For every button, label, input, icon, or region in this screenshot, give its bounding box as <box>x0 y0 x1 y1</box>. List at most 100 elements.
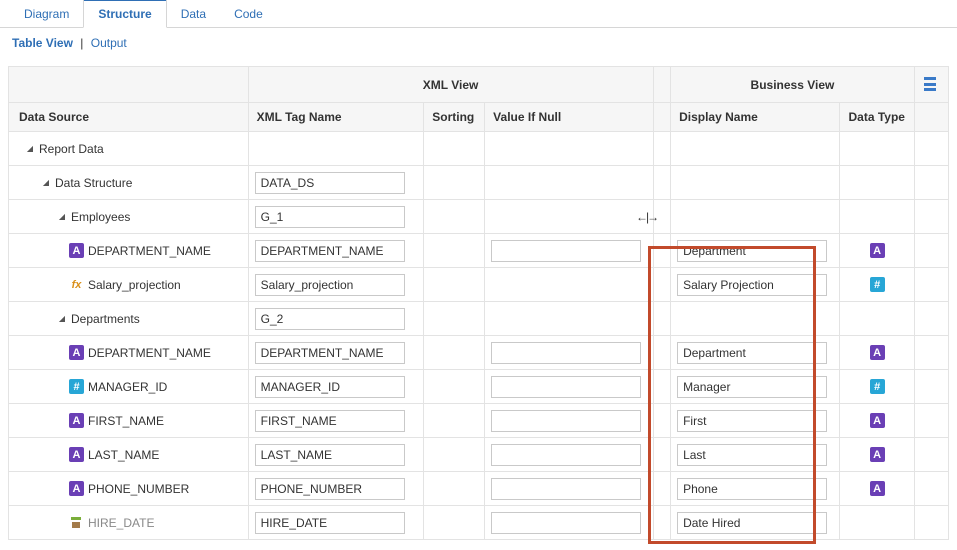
tree-cell[interactable]: ◢Departments <box>9 302 249 336</box>
tree-cell[interactable]: APHONE_NUMBER <box>9 472 249 506</box>
col-displayname[interactable]: Display Name <box>671 103 840 132</box>
display-name-input[interactable] <box>677 410 827 432</box>
tree-cell[interactable]: ◢ Data Structure <box>9 166 249 200</box>
col-sorting[interactable]: Sorting <box>424 103 485 132</box>
value-if-null-cell <box>485 268 653 302</box>
xml-tag-input[interactable] <box>255 308 405 330</box>
value-if-null-cell <box>485 370 653 404</box>
header-blank <box>9 67 249 103</box>
table-row[interactable]: #MANAGER_ID # <box>9 370 949 404</box>
data-type-cell: A <box>840 404 914 438</box>
subtab-tableview[interactable]: Table View <box>12 36 73 50</box>
expand-icon[interactable]: ◢ <box>57 212 67 221</box>
tree-cell[interactable]: AFIRST_NAME <box>9 404 249 438</box>
xml-tag-input[interactable] <box>255 512 405 534</box>
table-row[interactable]: ◢Report Data <box>9 132 949 166</box>
xml-tag-input[interactable] <box>255 342 405 364</box>
gap-cell <box>653 472 671 506</box>
value-if-null-input[interactable] <box>491 342 641 364</box>
formula-icon: fx <box>69 277 84 292</box>
text-type-icon[interactable]: A <box>870 243 885 258</box>
tab-structure[interactable]: Structure <box>83 0 166 28</box>
col-xmltag[interactable]: XML Tag Name <box>248 103 424 132</box>
sorting-cell <box>424 166 485 200</box>
value-if-null-cell <box>485 166 653 200</box>
display-name-input[interactable] <box>677 240 827 262</box>
display-name-cell <box>671 472 840 506</box>
settings-icon[interactable] <box>923 75 939 91</box>
text-type-icon[interactable]: A <box>870 345 885 360</box>
table-row[interactable]: ADEPARTMENT_NAME A <box>9 234 949 268</box>
display-name-input[interactable] <box>677 274 827 296</box>
text-type-icon[interactable]: A <box>870 481 885 496</box>
tab-code[interactable]: Code <box>220 1 277 27</box>
table-row[interactable]: AFIRST_NAME A <box>9 404 949 438</box>
display-name-input[interactable] <box>677 512 827 534</box>
table-row[interactable]: fxSalary_projection # <box>9 268 949 302</box>
tree-cell[interactable]: ALAST_NAME <box>9 438 249 472</box>
column-resize-handle[interactable]: ←|→ <box>636 210 657 224</box>
table-row[interactable]: ◢Departments <box>9 302 949 336</box>
xml-tag-input[interactable] <box>255 410 405 432</box>
table-row[interactable]: APHONE_NUMBERA <box>9 472 949 506</box>
value-if-null-input[interactable] <box>491 478 641 500</box>
display-name-cell <box>671 336 840 370</box>
text-type-icon: A <box>69 481 84 496</box>
xml-tag-input[interactable] <box>255 444 405 466</box>
xml-tag-input[interactable] <box>255 240 405 262</box>
table-row[interactable]: ADEPARTMENT_NAME A <box>9 336 949 370</box>
tree-cell[interactable]: fxSalary_projection <box>9 268 249 302</box>
text-type-icon[interactable]: A <box>870 447 885 462</box>
tree-cell[interactable]: ◢Report Data <box>9 132 249 166</box>
value-if-null-input[interactable] <box>491 376 641 398</box>
value-if-null-input[interactable] <box>491 512 641 534</box>
value-if-null-input[interactable] <box>491 240 641 262</box>
table-row[interactable]: ◢Employees <box>9 200 949 234</box>
tab-diagram[interactable]: Diagram <box>10 1 83 27</box>
xml-tag-input[interactable] <box>255 376 405 398</box>
col-datatype[interactable]: Data Type <box>840 103 914 132</box>
value-if-null-cell <box>485 200 653 234</box>
sorting-cell <box>424 234 485 268</box>
table-row[interactable]: ◢ Data Structure <box>9 166 949 200</box>
xml-tag-input[interactable] <box>255 172 405 194</box>
number-type-icon[interactable]: # <box>870 277 885 292</box>
expand-icon[interactable]: ◢ <box>41 178 51 187</box>
value-if-null-input[interactable] <box>491 444 641 466</box>
tree-cell[interactable]: HIRE_DATE <box>9 506 249 540</box>
display-name-cell <box>671 302 840 336</box>
tree-cell[interactable]: ADEPARTMENT_NAME <box>9 234 249 268</box>
display-name-input[interactable] <box>677 444 827 466</box>
display-name-input[interactable] <box>677 342 827 364</box>
node-label: Data Structure <box>55 176 132 190</box>
data-type-cell: # <box>840 370 914 404</box>
data-type-cell <box>840 200 914 234</box>
xml-tag-cell <box>248 268 424 302</box>
tree-cell[interactable]: ◢Employees <box>9 200 249 234</box>
table-row[interactable]: ALAST_NAME A <box>9 438 949 472</box>
number-type-icon[interactable]: # <box>870 379 885 394</box>
expand-icon[interactable]: ◢ <box>57 314 67 323</box>
subtab-output[interactable]: Output <box>91 36 127 50</box>
header-config[interactable] <box>914 67 948 103</box>
value-if-null-cell <box>485 404 653 438</box>
data-type-cell: # <box>840 268 914 302</box>
tree-cell[interactable]: ADEPARTMENT_NAME <box>9 336 249 370</box>
display-name-input[interactable] <box>677 376 827 398</box>
value-if-null-input[interactable] <box>491 410 641 432</box>
xml-tag-input[interactable] <box>255 206 405 228</box>
expand-icon[interactable]: ◢ <box>25 144 35 153</box>
gap-cell <box>653 506 671 540</box>
text-type-icon[interactable]: A <box>870 413 885 428</box>
display-name-cell <box>671 268 840 302</box>
tree-cell[interactable]: #MANAGER_ID <box>9 370 249 404</box>
data-type-cell: A <box>840 472 914 506</box>
table-row[interactable]: HIRE_DATE <box>9 506 949 540</box>
col-datasource[interactable]: Data Source <box>9 103 249 132</box>
display-name-input[interactable] <box>677 478 827 500</box>
col-valueifnull[interactable]: Value If Null <box>485 103 653 132</box>
tab-data[interactable]: Data <box>167 1 220 27</box>
xml-tag-input[interactable] <box>255 274 405 296</box>
config-cell <box>914 132 948 166</box>
xml-tag-input[interactable] <box>255 478 405 500</box>
